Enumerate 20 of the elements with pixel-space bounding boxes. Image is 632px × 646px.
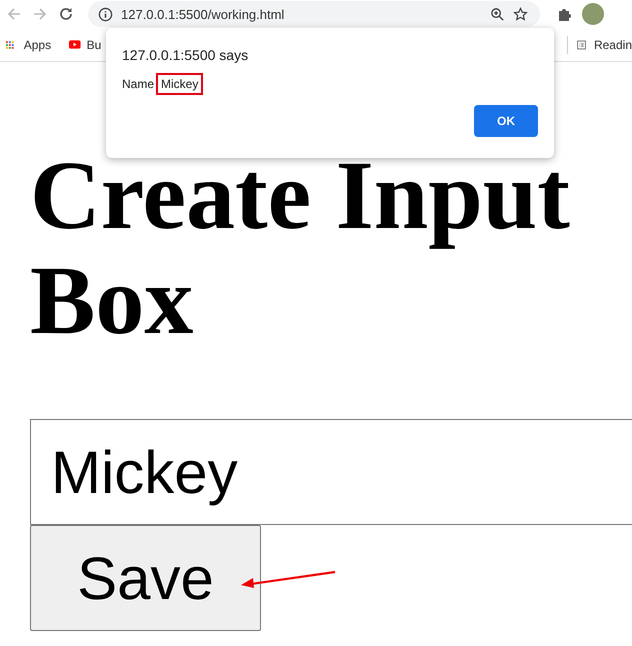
star-icon[interactable] — [513, 6, 528, 22]
bookmark-link[interactable]: Bu — [86, 38, 102, 52]
dialog-title: 127.0.0.1:5500 says — [122, 47, 250, 63]
dialog-label: Name — [122, 77, 154, 91]
apps-grid-icon[interactable] — [6, 38, 14, 50]
name-input[interactable]: Mickey — [30, 419, 632, 525]
zoom-icon[interactable] — [490, 6, 505, 22]
address-bar[interactable]: 127.0.0.1:5500/working.html — [88, 1, 540, 27]
puzzle-icon[interactable] — [556, 6, 572, 22]
play-icon[interactable] — [69, 38, 81, 51]
info-icon[interactable] — [98, 6, 113, 22]
highlighted-value: Mickey — [156, 73, 204, 95]
reading-list-link[interactable]: Readin — [594, 38, 632, 52]
save-button[interactable]: Save — [30, 525, 261, 631]
avatar[interactable] — [582, 3, 604, 25]
ok-button[interactable]: OK — [474, 105, 538, 137]
reload-icon[interactable] — [58, 6, 74, 22]
page-heading: Create Input Box — [30, 144, 571, 354]
bookmark-link[interactable]: Apps — [24, 38, 52, 52]
reading-list-icon[interactable] — [576, 38, 586, 52]
